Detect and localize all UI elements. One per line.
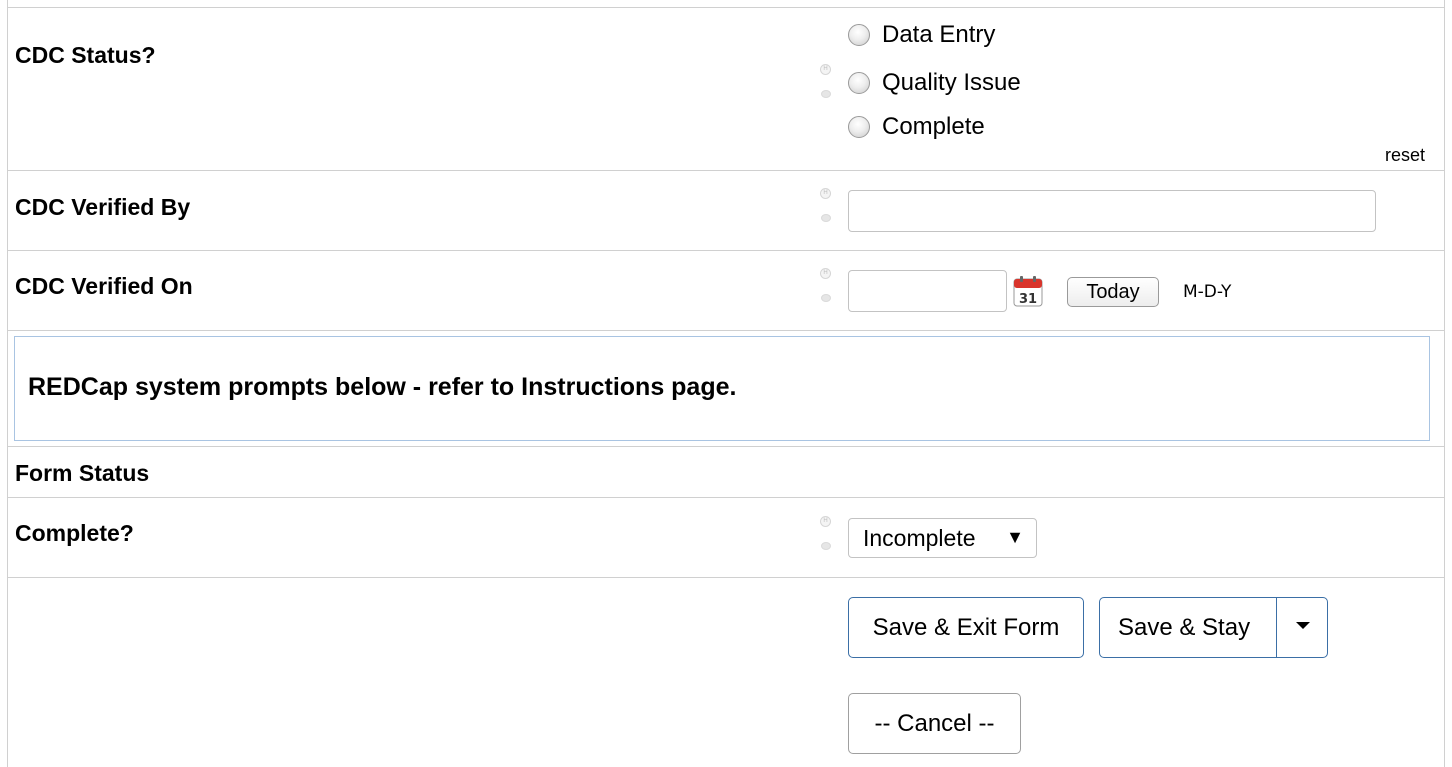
history-icon[interactable]: H bbox=[820, 516, 831, 527]
calendar-icon[interactable]: 31 bbox=[1013, 275, 1043, 307]
radio-button[interactable] bbox=[848, 72, 870, 94]
history-icon[interactable]: H bbox=[820, 64, 831, 75]
caret-down-icon bbox=[1296, 622, 1310, 629]
dropdown-arrow-icon: ▼ bbox=[1006, 527, 1024, 547]
cdc-verified-by-label: CDC Verified By bbox=[15, 194, 191, 220]
row-divider bbox=[7, 250, 1445, 251]
reset-link[interactable]: reset bbox=[1385, 145, 1425, 166]
cancel-button[interactable]: -- Cancel -- bbox=[848, 693, 1021, 754]
cdc-verified-on-input[interactable] bbox=[848, 270, 1007, 312]
field-tools[interactable]: H bbox=[818, 188, 832, 228]
today-button[interactable]: Today bbox=[1067, 277, 1159, 307]
radio-option-complete[interactable]: Complete bbox=[848, 112, 985, 142]
table-right-border bbox=[1444, 0, 1445, 767]
comment-icon[interactable] bbox=[821, 542, 831, 550]
complete-label: Complete? bbox=[15, 520, 134, 546]
row-divider bbox=[7, 446, 1445, 447]
select-value: Incomplete bbox=[863, 524, 976, 551]
cdc-verified-by-input[interactable] bbox=[848, 190, 1376, 232]
radio-label: Complete bbox=[882, 113, 985, 140]
cdc-verified-on-label: CDC Verified On bbox=[15, 273, 193, 299]
radio-label: Data Entry bbox=[882, 21, 996, 48]
comment-icon[interactable] bbox=[821, 294, 831, 302]
radio-label: Quality Issue bbox=[882, 69, 1021, 96]
comment-icon[interactable] bbox=[821, 214, 831, 222]
split-divider bbox=[1276, 597, 1277, 657]
calendar-day-number: 31 bbox=[1019, 292, 1037, 307]
row-divider bbox=[7, 497, 1445, 498]
field-tools[interactable]: H bbox=[818, 516, 832, 556]
form-status-header: Form Status bbox=[15, 460, 150, 486]
save-exit-button[interactable]: Save & Exit Form bbox=[848, 597, 1084, 658]
radio-button[interactable] bbox=[848, 116, 870, 138]
history-icon[interactable]: H bbox=[820, 188, 831, 199]
save-stay-label: Save & Stay bbox=[1118, 613, 1251, 641]
table-left-border bbox=[7, 0, 8, 767]
date-format-hint: M-D-Y bbox=[1183, 282, 1232, 302]
field-tools[interactable]: H bbox=[818, 268, 832, 308]
row-divider bbox=[7, 577, 1445, 578]
complete-status-select[interactable]: Incomplete ▼ bbox=[848, 518, 1037, 558]
radio-button[interactable] bbox=[848, 24, 870, 46]
comment-icon[interactable] bbox=[821, 90, 831, 98]
history-icon[interactable]: H bbox=[820, 268, 831, 279]
instructions-text: REDCap system prompts below - refer to I… bbox=[28, 373, 737, 401]
row-divider bbox=[7, 330, 1445, 331]
row-divider bbox=[7, 170, 1445, 171]
cdc-status-label: CDC Status? bbox=[15, 42, 156, 68]
radio-option-quality-issue[interactable]: Quality Issue bbox=[848, 68, 1021, 98]
radio-option-data-entry[interactable]: Data Entry bbox=[848, 20, 995, 50]
field-tools[interactable]: H bbox=[818, 64, 832, 104]
row-divider bbox=[7, 7, 1445, 8]
